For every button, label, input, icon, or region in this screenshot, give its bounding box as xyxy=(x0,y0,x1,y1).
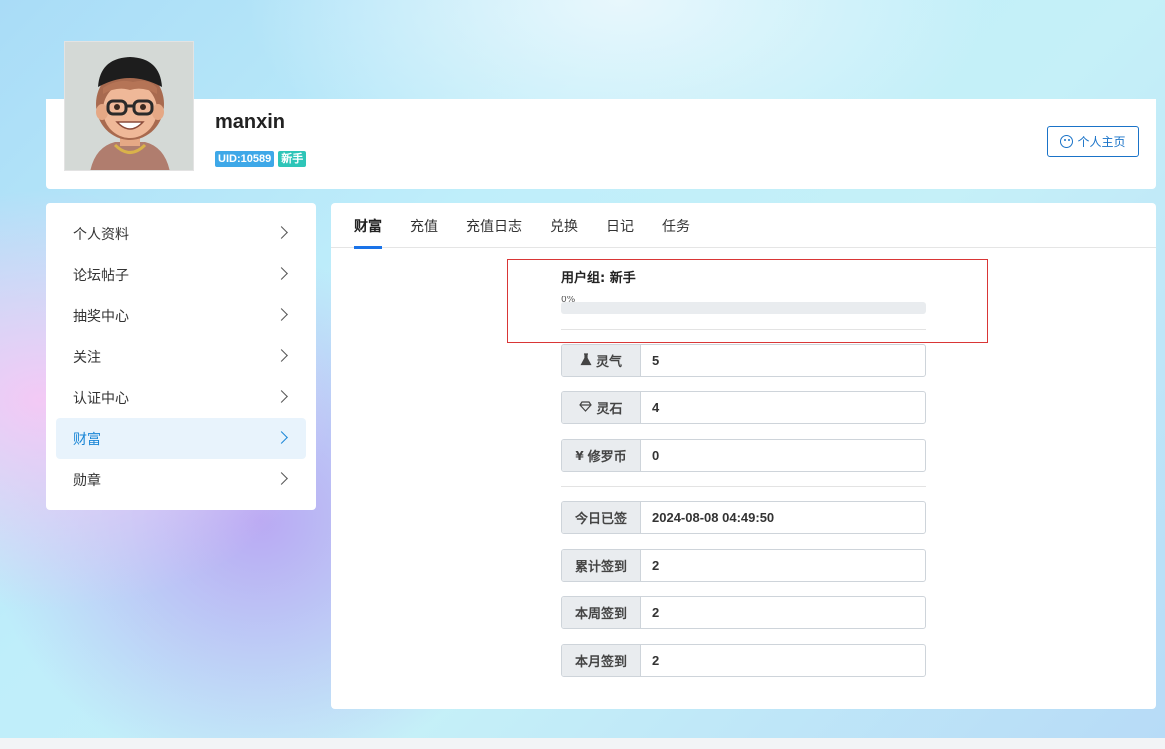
sidebar-item-lottery[interactable]: 抽奖中心 xyxy=(56,295,306,336)
stat-label-cell: 灵气 xyxy=(562,345,641,376)
signin-row-total: 累计签到 2 xyxy=(561,549,926,582)
tab-wealth[interactable]: 财富 xyxy=(354,203,382,249)
stat-label: 灵石 xyxy=(596,402,623,417)
stat-row-xiuluobi: ¥ 修罗币 0 xyxy=(561,439,926,472)
tab-recharge[interactable]: 充值 xyxy=(410,203,438,248)
sidebar-menu: 个人资料 论坛帖子 抽奖中心 关注 认证中心 财富 勋章 xyxy=(46,203,316,510)
signin-value: 2 xyxy=(652,605,660,620)
sidebar-item-label: 关注 xyxy=(73,349,101,366)
signin-row-month: 本月签到 2 xyxy=(561,644,926,677)
stat-value: 5 xyxy=(652,353,660,368)
stat-value: 0 xyxy=(652,448,660,463)
divider xyxy=(561,486,926,487)
signin-label: 本月签到 xyxy=(562,645,641,676)
signin-label: 今日已签 xyxy=(562,502,641,533)
username: manxin xyxy=(215,111,286,133)
signin-row-today: 今日已签 2024-08-08 04:49:50 xyxy=(561,501,926,534)
signin-value: 2 xyxy=(652,558,660,573)
signin-value: 2 xyxy=(652,653,660,668)
stat-label: 修罗币 xyxy=(587,450,627,465)
chevron-right-icon xyxy=(275,226,288,239)
tab-bar: 财富 充值 充值日志 兑换 日记 任务 xyxy=(331,203,1156,249)
avatar-image xyxy=(65,42,193,170)
divider xyxy=(561,329,926,330)
signin-label: 累计签到 xyxy=(562,550,641,581)
profile-header xyxy=(46,99,1156,189)
sidebar-item-posts[interactable]: 论坛帖子 xyxy=(56,254,306,295)
level-badge: 新手 xyxy=(278,151,307,167)
user-group-label: 用户组: 新手 xyxy=(561,271,636,286)
sidebar-item-label: 勋章 xyxy=(73,472,101,489)
diamond-icon xyxy=(579,400,593,415)
stat-label-cell: ¥ 修罗币 xyxy=(562,440,641,471)
tab-tasks[interactable]: 任务 xyxy=(662,203,690,248)
sidebar-item-label: 认证中心 xyxy=(73,390,129,407)
sidebar-item-label: 抽奖中心 xyxy=(73,308,129,325)
signin-row-week: 本周签到 2 xyxy=(561,596,926,629)
sidebar-item-verification[interactable]: 认证中心 xyxy=(56,377,306,418)
flask-icon xyxy=(580,352,592,369)
chevron-right-icon xyxy=(275,308,288,321)
smile-icon xyxy=(1060,135,1074,148)
sidebar-item-follow[interactable]: 关注 xyxy=(56,336,306,377)
personal-home-label: 个人主页 xyxy=(1077,135,1126,149)
avatar[interactable] xyxy=(64,41,194,171)
stat-value: 4 xyxy=(652,400,660,415)
sidebar-item-wealth[interactable]: 财富 xyxy=(56,418,306,459)
signin-label: 本周签到 xyxy=(562,597,641,628)
stat-row-lingqi: 灵气 5 xyxy=(561,344,926,377)
sidebar-item-label: 财富 xyxy=(73,431,101,448)
tab-exchange[interactable]: 兑换 xyxy=(550,203,578,248)
signin-value: 2024-08-08 04:49:50 xyxy=(652,510,775,525)
chevron-right-icon xyxy=(275,472,288,485)
footer-strip xyxy=(0,738,1165,749)
stat-row-lingshi: 灵石 4 xyxy=(561,391,926,424)
chevron-right-icon xyxy=(275,349,288,362)
tab-recharge-log[interactable]: 充值日志 xyxy=(466,203,522,248)
stat-label: 灵气 xyxy=(595,355,622,370)
chevron-right-icon xyxy=(275,267,288,280)
uid-badge: UID:10589 xyxy=(215,151,275,167)
chevron-right-icon xyxy=(275,390,288,403)
progress-bar xyxy=(561,302,926,314)
chevron-right-icon xyxy=(275,431,288,444)
sidebar-item-label: 论坛帖子 xyxy=(73,267,129,284)
stat-label-cell: 灵石 xyxy=(562,392,641,423)
tab-diary[interactable]: 日记 xyxy=(606,203,634,248)
user-badges: UID:10589 新手 xyxy=(215,151,307,167)
personal-home-button[interactable]: 个人主页 xyxy=(1047,126,1139,157)
sidebar-item-label: 个人资料 xyxy=(73,226,129,243)
yen-icon: ¥ xyxy=(575,448,584,463)
sidebar-item-profile[interactable]: 个人资料 xyxy=(56,213,306,254)
sidebar-item-medals[interactable]: 勋章 xyxy=(56,459,306,500)
